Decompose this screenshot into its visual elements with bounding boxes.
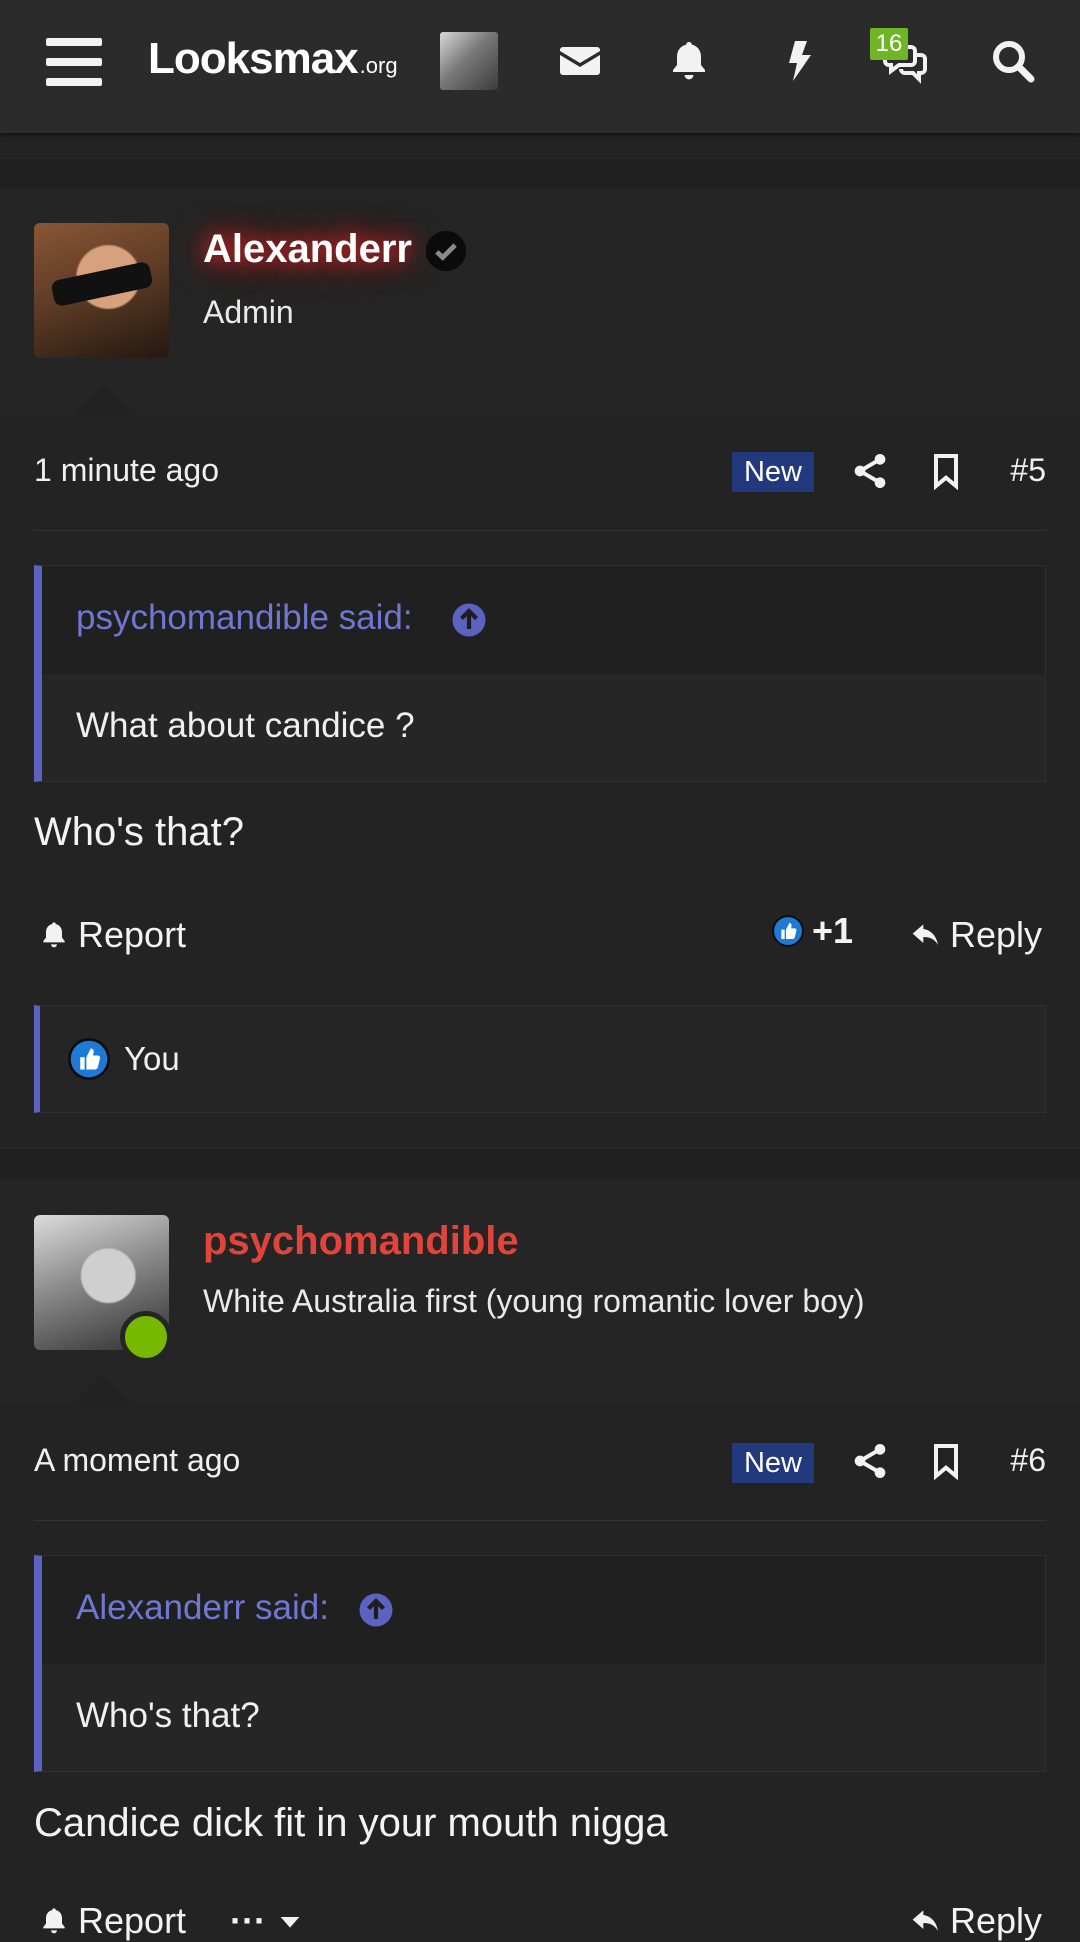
reactions-text: You [124, 1040, 180, 1077]
divider [34, 530, 1046, 531]
post-separator [0, 158, 1080, 190]
user-header-caret [73, 1374, 133, 1404]
quote-body: Who's that? [42, 1664, 1045, 1771]
user-header-caret [73, 384, 133, 414]
post-time[interactable]: A moment ago [34, 1442, 240, 1479]
quote-body: What about candice ? [42, 674, 1045, 781]
site-logo[interactable]: Looksmax .org [148, 34, 398, 90]
share-icon[interactable] [850, 451, 890, 491]
search-icon[interactable] [984, 32, 1042, 90]
conversations-count-badge: 16 [870, 28, 908, 60]
new-badge: New [732, 1443, 814, 1483]
arrow-up-circle-icon[interactable] [358, 1592, 394, 1628]
avatar[interactable] [34, 223, 169, 358]
chevron-down-icon [280, 1917, 300, 1928]
post-time[interactable]: 1 minute ago [34, 452, 219, 489]
share-icon[interactable] [850, 1441, 890, 1481]
report-button[interactable]: Report [38, 1900, 186, 1942]
post-message: Who's that? [34, 810, 244, 854]
verified-icon [425, 230, 467, 272]
report-bell-icon [43, 922, 65, 948]
divider [34, 1520, 1046, 1521]
user-title: Admin [203, 294, 294, 330]
reply-button[interactable]: Reply [910, 1900, 1042, 1942]
envelope-icon[interactable] [551, 32, 609, 90]
post-username[interactable]: Alexanderr [203, 227, 412, 272]
online-indicator [120, 1311, 172, 1363]
quote-text: What about candice ? [76, 706, 415, 745]
reply-button[interactable]: Reply [910, 914, 1042, 956]
bookmark-icon[interactable] [926, 451, 966, 491]
logo-text: Looksmax [148, 34, 359, 83]
report-button[interactable]: Report [38, 914, 186, 956]
bolt-icon[interactable] [770, 32, 828, 90]
more-options-button[interactable]: ··· [230, 1900, 306, 1942]
post-separator [0, 1148, 1080, 1180]
quote-block: psychomandible said: What about candice … [34, 565, 1046, 782]
report-label: Report [78, 1900, 187, 1941]
more-label: ··· [230, 1900, 266, 1941]
quote-header: Alexanderr said: [42, 1556, 1045, 1664]
post-number[interactable]: #5 [1010, 452, 1046, 489]
like-icon [68, 1038, 110, 1080]
arrow-up-circle-icon[interactable] [451, 602, 487, 638]
quote-block: Alexanderr said: Who's that? [34, 1555, 1046, 1772]
account-avatar[interactable] [440, 32, 498, 90]
bell-icon[interactable] [660, 32, 718, 90]
bookmark-icon[interactable] [926, 1441, 966, 1481]
quote-author[interactable]: Alexanderr said: [76, 1588, 329, 1628]
quote-author[interactable]: psychomandible said: [76, 598, 413, 638]
new-badge: New [732, 452, 814, 492]
user-title: White Australia first (young romantic lo… [203, 1283, 865, 1319]
reply-label: Reply [950, 914, 1043, 955]
reply-icon [912, 924, 938, 945]
post-user-header: Alexanderr Admin [0, 189, 1080, 414]
post-number[interactable]: #6 [1010, 1442, 1046, 1479]
post-message: Candice dick fit in your mouth nigga [34, 1801, 668, 1845]
like-count: +1 [812, 910, 854, 951]
top-navigation-bar: Looksmax .org 16 [0, 0, 1080, 133]
reply-label: Reply [950, 1900, 1043, 1941]
reply-icon [912, 1910, 938, 1931]
report-bell-icon [43, 1908, 65, 1934]
post-username[interactable]: psychomandible [203, 1219, 519, 1264]
quote-text: Who's that? [76, 1696, 260, 1735]
like-icon [772, 915, 804, 947]
menu-icon[interactable] [46, 38, 102, 86]
like-button[interactable]: +1 [772, 910, 853, 952]
report-label: Report [78, 914, 187, 955]
reactions-bar[interactable]: You [34, 1005, 1046, 1113]
quote-header: psychomandible said: [42, 566, 1045, 674]
post-user-header: psychomandible White Australia first (yo… [0, 1179, 1080, 1404]
logo-tld: .org [359, 53, 398, 78]
